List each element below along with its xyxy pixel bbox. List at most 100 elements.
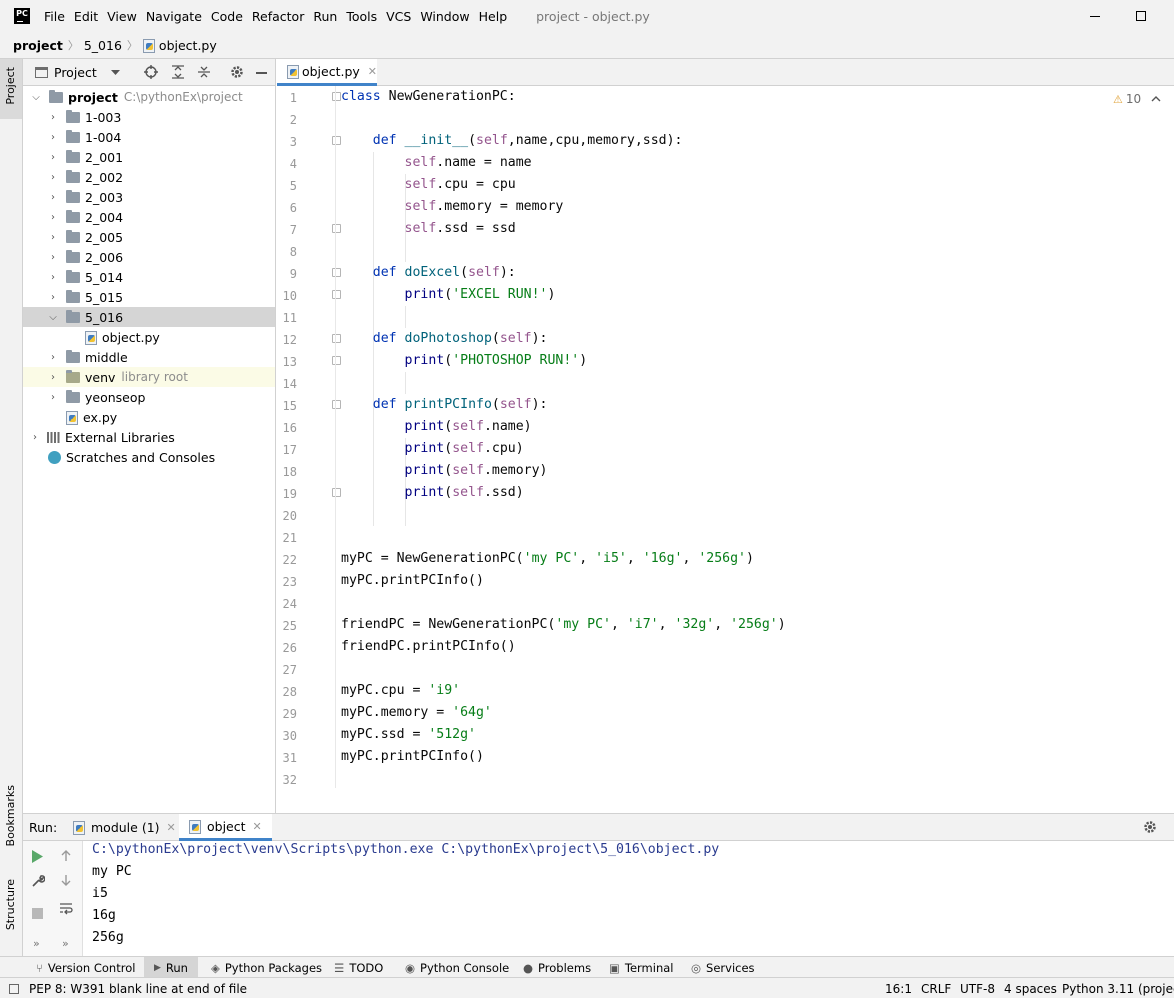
status-line-separator[interactable]: CRLF: [921, 978, 951, 999]
menu-navigate[interactable]: Navigate: [146, 9, 202, 24]
tree-folder[interactable]: › 2_006: [23, 247, 275, 267]
tree-folder[interactable]: › 5_015: [23, 287, 275, 307]
tool-todo[interactable]: ☰ TODO: [334, 957, 383, 978]
tree-folder-middle[interactable]: › middle: [23, 347, 275, 367]
fold-marker-icon[interactable]: [332, 268, 341, 277]
fold-marker-icon[interactable]: [332, 356, 341, 365]
status-caret-position[interactable]: 16:1: [885, 978, 912, 999]
tool-services[interactable]: ◎ Services: [691, 957, 755, 978]
code-area[interactable]: class NewGenerationPC: def __init__(self…: [341, 86, 1174, 788]
chevron-right-icon[interactable]: ›: [48, 112, 58, 123]
tree-folder[interactable]: › 5_014: [23, 267, 275, 287]
chevron-right-icon[interactable]: ›: [30, 432, 40, 443]
chevron-right-icon[interactable]: ›: [48, 232, 58, 243]
run-tab-module[interactable]: module (1) ✕: [73, 814, 176, 841]
tree-folder-venv[interactable]: › venv library root: [23, 367, 275, 387]
soft-wrap-icon[interactable]: [59, 901, 73, 915]
menu-code[interactable]: Code: [211, 9, 243, 24]
tree-folder-5_016[interactable]: ⌵ 5_016: [23, 307, 275, 327]
inspection-widget[interactable]: ⚠ 10: [1113, 92, 1161, 106]
breadcrumb-folder[interactable]: 5_016: [84, 38, 122, 53]
tree-folder[interactable]: › 1-003: [23, 107, 275, 127]
tree-folder-yeonseop[interactable]: › yeonseop: [23, 387, 275, 407]
close-tab-icon[interactable]: ✕: [167, 821, 176, 834]
arrow-down-icon[interactable]: [60, 874, 72, 886]
menu-view[interactable]: View: [107, 9, 137, 24]
chevron-right-icon[interactable]: ›: [48, 392, 58, 403]
tool-terminal[interactable]: ▣ Terminal: [609, 957, 673, 978]
collapse-all-icon[interactable]: [197, 65, 211, 79]
structure-tool-tab[interactable]: Structure: [4, 879, 17, 930]
close-tab-icon[interactable]: ✕: [253, 820, 262, 833]
locate-icon[interactable]: [144, 65, 158, 79]
chevron-right-icon[interactable]: ›: [48, 172, 58, 183]
tree-file-object-py[interactable]: object.py: [23, 327, 275, 347]
menu-tools[interactable]: Tools: [346, 9, 377, 24]
chevron-right-icon[interactable]: ›: [48, 292, 58, 303]
tree-folder[interactable]: › 2_002: [23, 167, 275, 187]
tool-python-console[interactable]: ◉ Python Console: [405, 957, 509, 978]
gear-icon[interactable]: [230, 65, 244, 79]
project-view-select[interactable]: Project: [54, 65, 97, 80]
tool-version-control[interactable]: ⑂ Version Control: [36, 957, 135, 978]
fold-marker-icon[interactable]: [332, 400, 341, 409]
breadcrumb-file[interactable]: object.py: [159, 38, 217, 53]
tool-run[interactable]: ▶ Run: [144, 957, 198, 978]
tree-scratches[interactable]: Scratches and Consoles: [23, 447, 275, 467]
fold-marker-icon[interactable]: [332, 92, 341, 101]
tool-problems[interactable]: ● Problems: [523, 957, 591, 978]
tree-file-ex-py[interactable]: ex.py: [23, 407, 275, 427]
fold-marker-icon[interactable]: [332, 290, 341, 299]
gear-icon[interactable]: [1143, 820, 1157, 834]
tree-folder[interactable]: › 1-004: [23, 127, 275, 147]
rerun-icon[interactable]: [31, 850, 43, 863]
tab-object-py[interactable]: object.py ✕: [277, 59, 377, 86]
project-tool-tab[interactable]: Project: [0, 59, 22, 119]
more-icon[interactable]: »: [33, 937, 40, 950]
fold-marker-icon[interactable]: [332, 488, 341, 497]
status-indent[interactable]: 4 spaces: [1004, 978, 1057, 999]
tree-root-project[interactable]: ⌵ project C:\pythonEx\project: [23, 87, 275, 107]
chevron-right-icon[interactable]: ›: [48, 192, 58, 203]
chevron-right-icon[interactable]: ›: [48, 152, 58, 163]
menu-edit[interactable]: Edit: [74, 9, 98, 24]
chevron-right-icon[interactable]: ›: [48, 212, 58, 223]
menu-vcs[interactable]: VCS: [386, 9, 411, 24]
expand-all-icon[interactable]: [171, 65, 185, 79]
arrow-up-icon[interactable]: [60, 850, 72, 862]
chevron-down-icon[interactable]: ⌵: [48, 312, 58, 323]
tree-folder[interactable]: › 2_004: [23, 207, 275, 227]
breadcrumb-project[interactable]: project: [13, 38, 63, 53]
run-tab-object[interactable]: object ✕: [179, 814, 272, 841]
tree-folder[interactable]: › 2_003: [23, 187, 275, 207]
menu-run[interactable]: Run: [313, 9, 337, 24]
tool-python-packages[interactable]: ◈ Python Packages: [211, 957, 322, 978]
menu-help[interactable]: Help: [479, 9, 508, 24]
dropdown-arrow-icon[interactable]: [110, 69, 120, 75]
chevron-right-icon[interactable]: ›: [48, 132, 58, 143]
menu-window[interactable]: Window: [420, 9, 469, 24]
hide-panel-icon[interactable]: [256, 72, 267, 74]
fold-marker-icon[interactable]: [332, 334, 341, 343]
chevron-right-icon[interactable]: ›: [48, 272, 58, 283]
bookmarks-tool-tab[interactable]: Bookmarks: [4, 785, 17, 846]
status-encoding[interactable]: UTF-8: [960, 978, 995, 999]
chevron-right-icon[interactable]: ›: [48, 372, 58, 383]
menu-refactor[interactable]: Refactor: [252, 9, 304, 24]
maximize-button[interactable]: [1118, 0, 1164, 32]
tree-folder[interactable]: › 2_001: [23, 147, 275, 167]
tree-folder[interactable]: › 2_005: [23, 227, 275, 247]
fold-marker-icon[interactable]: [332, 136, 341, 145]
chevron-right-icon[interactable]: ›: [48, 352, 58, 363]
stop-icon[interactable]: [32, 908, 43, 919]
tree-external-libraries[interactable]: › External Libraries: [23, 427, 275, 447]
fold-marker-icon[interactable]: [332, 224, 341, 233]
chevron-up-icon[interactable]: [1151, 96, 1161, 102]
more-icon[interactable]: »: [62, 937, 69, 950]
minimize-button[interactable]: [1072, 0, 1118, 32]
close-tab-icon[interactable]: ✕: [368, 65, 377, 78]
chevron-down-icon[interactable]: ⌵: [31, 92, 41, 103]
wrench-icon[interactable]: [31, 874, 45, 888]
status-interpreter[interactable]: Python 3.11 (project: [1062, 978, 1174, 999]
chevron-right-icon[interactable]: ›: [48, 252, 58, 263]
